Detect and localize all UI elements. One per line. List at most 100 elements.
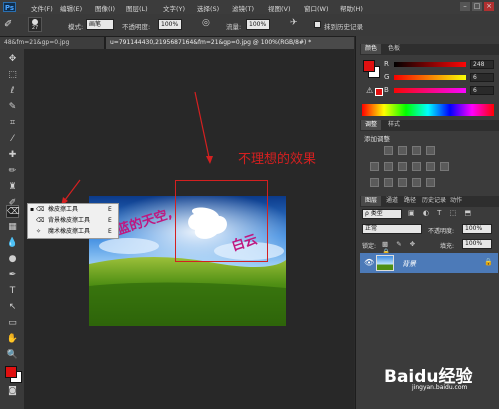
g-value[interactable]: 6 — [470, 73, 494, 82]
opacity-input[interactable]: 100% — [158, 19, 182, 30]
selective-color-icon[interactable] — [426, 178, 435, 187]
eraser-tool-preset-icon[interactable]: ✐ — [4, 18, 18, 32]
curves-icon[interactable] — [412, 146, 421, 155]
tab-swatches[interactable]: 色板 — [384, 44, 404, 54]
tab-color[interactable]: 颜色 — [361, 44, 382, 54]
maximize-button[interactable]: □ — [472, 2, 482, 11]
path-select-tool-icon[interactable]: ↖ — [6, 301, 19, 314]
pen-tool-icon[interactable]: ✒ — [6, 269, 19, 282]
healing-brush-tool-icon[interactable]: ✚ — [6, 149, 19, 162]
brightness-contrast-icon[interactable] — [384, 146, 393, 155]
r-slider[interactable] — [394, 62, 466, 67]
tab-actions[interactable]: 动作 — [446, 196, 466, 206]
add-adjustment-title: 添加调整 — [364, 135, 390, 143]
flyout-eraser-tool[interactable]: ▪ ⌫ 橡皮擦工具 E — [28, 205, 118, 215]
tab-styles[interactable]: 样式 — [384, 120, 404, 130]
gradient-tool-icon[interactable]: ▦ — [6, 221, 19, 234]
gamut-warning-icon: ⚠ — [366, 86, 374, 95]
color-balance-icon[interactable] — [398, 162, 407, 171]
flyout-magic-eraser-tool[interactable]: ✧ 魔术橡皮擦工具 E — [28, 227, 118, 237]
gradient-map-icon[interactable] — [412, 178, 421, 187]
brush-preview[interactable]: 27 — [28, 17, 42, 32]
menu-view[interactable]: 视图(V) — [268, 3, 291, 13]
layer-name[interactable]: 背景 — [402, 259, 416, 269]
flyout-bg-eraser-label: 背景橡皮擦工具 — [48, 217, 91, 224]
crop-tool-icon[interactable]: ⌗ — [6, 117, 19, 130]
fill-input[interactable]: 100% — [462, 239, 492, 249]
layer-filter-icons[interactable]: ▣ ◐ T ⬚ ⬒ — [408, 209, 488, 219]
foreground-color-front[interactable] — [5, 366, 17, 378]
mode-select[interactable]: 画笔 — [86, 19, 114, 30]
erase-history-checkbox[interactable] — [314, 21, 321, 28]
menu-edit[interactable]: 编辑(E) — [60, 3, 82, 13]
layer-opacity-input[interactable]: 100% — [462, 224, 492, 234]
g-slider[interactable] — [394, 75, 466, 80]
layer-thumbnail — [376, 255, 394, 271]
layer-filter-select[interactable]: ρ 类型 — [362, 209, 402, 219]
invert-icon[interactable] — [370, 178, 379, 187]
lock-label: 锁定: — [362, 243, 377, 250]
annotation-arrows — [61, 91, 213, 206]
exposure-icon[interactable] — [426, 146, 435, 155]
quick-mask-icon[interactable]: ◙ — [6, 385, 19, 398]
r-label: R — [384, 60, 389, 68]
flow-input[interactable]: 100% — [246, 19, 270, 30]
tab-document-1[interactable]: 48&fm=21&gp=0.jpg — [0, 37, 104, 49]
hue-saturation-icon[interactable] — [384, 162, 393, 171]
photoshop-logo: Ps — [3, 2, 16, 12]
zoom-tool-icon[interactable]: 🔍 — [6, 349, 19, 362]
minimize-button[interactable]: – — [460, 2, 470, 11]
menu-window[interactable]: 窗口(W) — [304, 3, 329, 13]
b-value[interactable]: 6 — [470, 86, 494, 95]
tab-paths[interactable]: 路径 — [400, 196, 420, 206]
shape-tool-icon[interactable]: ▭ — [6, 317, 19, 330]
close-button[interactable]: × — [484, 2, 494, 11]
move-tool-icon[interactable]: ✥ — [6, 53, 19, 66]
menu-help[interactable]: 帮助(H) — [340, 3, 363, 13]
tab-adjustments[interactable]: 调整 — [361, 120, 382, 130]
tab-document-2[interactable]: u=791144430,2195687164&fm=21&gp=0.jpg @ … — [106, 37, 354, 49]
flyout-background-eraser-tool[interactable]: ⌫ 背景橡皮擦工具 E — [28, 216, 118, 226]
flyout-eraser-shortcut: E — [108, 206, 112, 213]
menu-file[interactable]: 文件(F) — [31, 3, 53, 13]
photo-filter-icon[interactable] — [426, 162, 435, 171]
lock-icons[interactable]: ▩ ✎ ✥ 🔒 — [382, 240, 432, 256]
layer-lock-icon: 🔒 — [484, 258, 493, 266]
posterize-icon[interactable] — [384, 178, 393, 187]
blur-tool-icon[interactable]: 💧 — [6, 237, 19, 250]
lasso-tool-icon[interactable]: ℓ — [6, 85, 19, 98]
b-slider[interactable] — [394, 88, 466, 93]
type-tool-icon[interactable]: T — [6, 285, 19, 298]
channel-mixer-icon[interactable] — [440, 162, 449, 171]
tab-layers[interactable]: 图层 — [361, 196, 382, 206]
menu-filter[interactable]: 滤镜(T) — [232, 3, 254, 13]
eraser-tool-icon[interactable]: ⌫ — [6, 205, 20, 218]
flyout-eraser-label: 橡皮擦工具 — [48, 206, 79, 213]
menu-layer[interactable]: 图层(L) — [126, 3, 148, 13]
flyout-magic-eraser-shortcut: E — [108, 228, 112, 235]
hand-tool-icon[interactable]: ✋ — [6, 333, 19, 346]
r-value[interactable]: 248 — [470, 60, 494, 69]
clone-stamp-tool-icon[interactable]: ♜ — [6, 181, 19, 194]
menu-image[interactable]: 图像(I) — [95, 3, 115, 13]
dodge-tool-icon[interactable]: ● — [6, 253, 19, 266]
pressure-opacity-icon[interactable]: ◎ — [202, 18, 214, 30]
blend-mode-select[interactable]: 正常 — [362, 224, 422, 234]
marquee-tool-icon[interactable]: ⬚ — [6, 69, 19, 82]
black-white-icon[interactable] — [412, 162, 421, 171]
airbrush-icon[interactable]: ✈ — [290, 18, 302, 30]
levels-icon[interactable] — [398, 146, 407, 155]
color-panel-foreground-front[interactable] — [363, 60, 375, 72]
tab-channels[interactable]: 通道 — [382, 196, 402, 206]
color-spectrum-bar[interactable] — [362, 104, 494, 116]
layer-visibility-eye-icon[interactable]: 👁 — [364, 258, 374, 267]
eyedropper-tool-icon[interactable]: ⁄ — [6, 133, 19, 146]
menu-type[interactable]: 文字(Y) — [163, 3, 185, 13]
quick-select-tool-icon[interactable]: ✎ — [6, 101, 19, 114]
vibrance-icon[interactable] — [370, 162, 379, 171]
brush-tool-icon[interactable]: ✏ — [6, 165, 19, 178]
erase-history-label: 抹到历史记录 — [324, 23, 363, 31]
gamut-swatch[interactable] — [375, 88, 383, 96]
threshold-icon[interactable] — [398, 178, 407, 187]
menu-select[interactable]: 选择(S) — [197, 3, 219, 13]
